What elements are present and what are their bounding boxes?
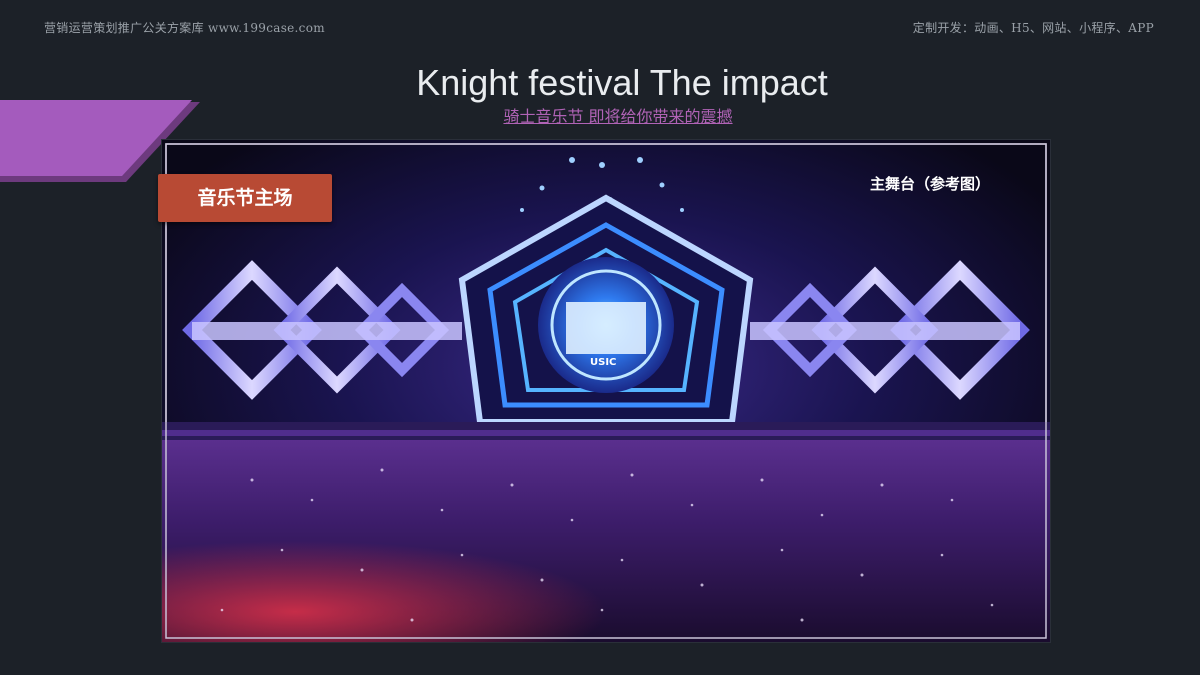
slide-subtitle: 骑士音乐节 即将给你带来的震撼: [503, 107, 733, 126]
header-left-text: 营销运营策划推广公关方案库 www.199case.com: [44, 21, 325, 35]
screen-music-text: USIC: [590, 357, 616, 368]
header-right-text: 定制开发：动画、H5、网站、小程序、APP: [912, 21, 1154, 35]
slide: 营销运营策划推广公关方案库 www.199case.com 定制开发：动画、H5…: [0, 0, 1200, 675]
main-stage-caption: 主舞台（参考图）: [870, 175, 991, 193]
slide-title: Knight festival The impact: [416, 62, 828, 103]
main-stage-badge: 音乐节主场: [158, 174, 332, 222]
